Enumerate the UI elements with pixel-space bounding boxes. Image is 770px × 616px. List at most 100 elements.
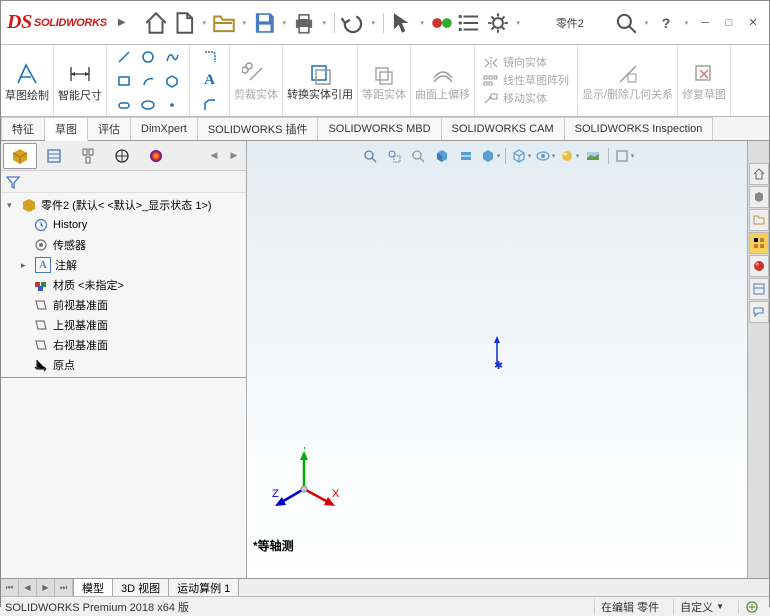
rect-tool[interactable] (113, 70, 135, 92)
tab-model[interactable]: 模型 (74, 579, 113, 596)
open-dropdown[interactable] (239, 19, 249, 27)
convert-group[interactable]: 转换实体引用 (283, 45, 358, 116)
settings-gear-icon[interactable] (485, 10, 511, 36)
rebuild-icon[interactable] (429, 10, 455, 36)
select-dropdown[interactable] (417, 19, 427, 27)
panel-nav-right[interactable]: ▶ (224, 143, 244, 169)
view-palette-tab[interactable] (749, 232, 769, 254)
tab-evaluate[interactable]: 评估 (88, 117, 131, 140)
tab-nav-first[interactable]: ⏮ (1, 579, 19, 596)
move-entities[interactable]: 移动实体 (483, 92, 547, 106)
dimxpert-manager-tab[interactable] (105, 143, 139, 169)
mirror-entities[interactable]: 镜向实体 (483, 56, 547, 70)
select-icon[interactable] (389, 10, 415, 36)
zoom-area-icon[interactable] (383, 145, 405, 167)
print-icon[interactable] (291, 10, 317, 36)
new-icon[interactable] (171, 10, 197, 36)
file-explorer-tab[interactable] (749, 209, 769, 231)
undo-icon[interactable] (340, 10, 366, 36)
circle-tool[interactable] (137, 46, 159, 68)
open-icon[interactable] (211, 10, 237, 36)
help-icon[interactable]: ? (653, 10, 679, 36)
tab-nav-prev[interactable]: ◀ (19, 579, 37, 596)
design-library-tab[interactable] (749, 186, 769, 208)
tree-origin[interactable]: 原点 (1, 355, 246, 375)
previous-view-icon[interactable] (407, 145, 429, 167)
appearances-tab[interactable] (749, 255, 769, 277)
display-delete-group[interactable]: 显示/删除几何关系 (578, 45, 678, 116)
feature-manager-tab[interactable] (3, 143, 37, 169)
tree-right-plane[interactable]: 右视基准面 (1, 335, 246, 355)
tab-sketch[interactable]: 草图 (45, 117, 88, 141)
repair-sketch-group[interactable]: 修复草图 (678, 45, 731, 116)
tab-inspection[interactable]: SOLIDWORKS Inspection (565, 117, 714, 140)
search-dropdown[interactable] (641, 19, 651, 27)
on-surface-group[interactable]: 曲面上偏移 (411, 45, 475, 116)
tab-nav-last[interactable]: ⏭ (55, 579, 73, 596)
tab-addins[interactable]: SOLIDWORKS 插件 (198, 117, 319, 140)
close-button[interactable]: ✕ (741, 13, 765, 33)
tab-dimxpert[interactable]: DimXpert (131, 117, 198, 140)
undo-dropdown[interactable] (368, 19, 378, 27)
trim-group[interactable]: 剪裁实体 (230, 45, 283, 116)
tree-front-plane[interactable]: 前视基准面 (1, 295, 246, 315)
tab-3d-view[interactable]: 3D 视图 (113, 579, 169, 596)
tree-annotations[interactable]: ▸ A 注解 (1, 255, 246, 275)
orientation-triad[interactable]: Y X Z (272, 447, 342, 520)
expander-icon[interactable]: ▾ (7, 200, 17, 211)
point-tool[interactable] (161, 94, 183, 116)
ellipse-tool[interactable] (137, 94, 159, 116)
solidworks-resources-tab[interactable] (749, 163, 769, 185)
spline-tool[interactable] (161, 46, 183, 68)
fillet-tool[interactable] (199, 46, 221, 68)
settings-dropdown[interactable] (513, 19, 523, 27)
help-dropdown[interactable] (681, 19, 691, 27)
expander-icon[interactable]: ▸ (21, 260, 31, 271)
forum-tab[interactable] (749, 301, 769, 323)
hide-show-icon[interactable] (534, 145, 556, 167)
text-tool[interactable]: A (199, 70, 221, 92)
tree-sensors[interactable]: 传感器 (1, 235, 246, 255)
sketch-draw-group[interactable]: 草图绘制 (1, 45, 54, 116)
home-icon[interactable] (143, 10, 169, 36)
tree-rollback-bar[interactable] (1, 377, 246, 378)
logo-expand-chevron[interactable]: ▶ (113, 17, 131, 28)
zoom-fit-icon[interactable] (359, 145, 381, 167)
save-dropdown[interactable] (279, 19, 289, 27)
display-style-icon[interactable] (510, 145, 532, 167)
minimize-button[interactable]: ─ (693, 13, 717, 33)
dynamic-section-icon[interactable] (455, 145, 477, 167)
maximize-button[interactable]: □ (717, 13, 741, 33)
offset-group[interactable]: 等距实体 (358, 45, 411, 116)
custom-properties-tab[interactable] (749, 278, 769, 300)
tree-material[interactable]: 材质 <未指定> (1, 275, 246, 295)
edit-appearance-icon[interactable] (558, 145, 580, 167)
apply-scene-icon[interactable] (582, 145, 604, 167)
tab-features[interactable]: 特征 (1, 117, 45, 140)
tab-motion-study[interactable]: 运动算例 1 (169, 579, 239, 596)
print-dropdown[interactable] (319, 19, 329, 27)
tree-history[interactable]: History (1, 215, 246, 235)
graphics-viewport[interactable]: ✱ Y X Z *等轴测 (247, 141, 747, 578)
polygon-tool[interactable] (161, 70, 183, 92)
line-tool[interactable] (113, 46, 135, 68)
tab-cam[interactable]: SOLIDWORKS CAM (442, 117, 565, 140)
search-icon[interactable] (613, 10, 639, 36)
property-manager-tab[interactable] (37, 143, 71, 169)
slot-tool[interactable] (113, 94, 135, 116)
tree-top-plane[interactable]: 上视基准面 (1, 315, 246, 335)
panel-nav-left[interactable]: ◀ (204, 143, 224, 169)
filter-icon[interactable] (5, 174, 21, 190)
config-manager-tab[interactable] (71, 143, 105, 169)
section-view-icon[interactable] (431, 145, 453, 167)
view-settings-icon[interactable] (613, 145, 635, 167)
save-icon[interactable] (251, 10, 277, 36)
display-manager-tab[interactable] (139, 143, 173, 169)
smart-dim-group[interactable]: 智能尺寸 (54, 45, 107, 116)
chamfer-tool[interactable] (199, 94, 221, 116)
options-list-icon[interactable] (457, 10, 483, 36)
tree-root[interactable]: ▾ 零件2 (默认< <默认>_显示状态 1>) (1, 195, 246, 215)
tab-nav-next[interactable]: ▶ (37, 579, 55, 596)
arc-tool[interactable] (137, 70, 159, 92)
view-orientation-icon[interactable] (479, 145, 501, 167)
